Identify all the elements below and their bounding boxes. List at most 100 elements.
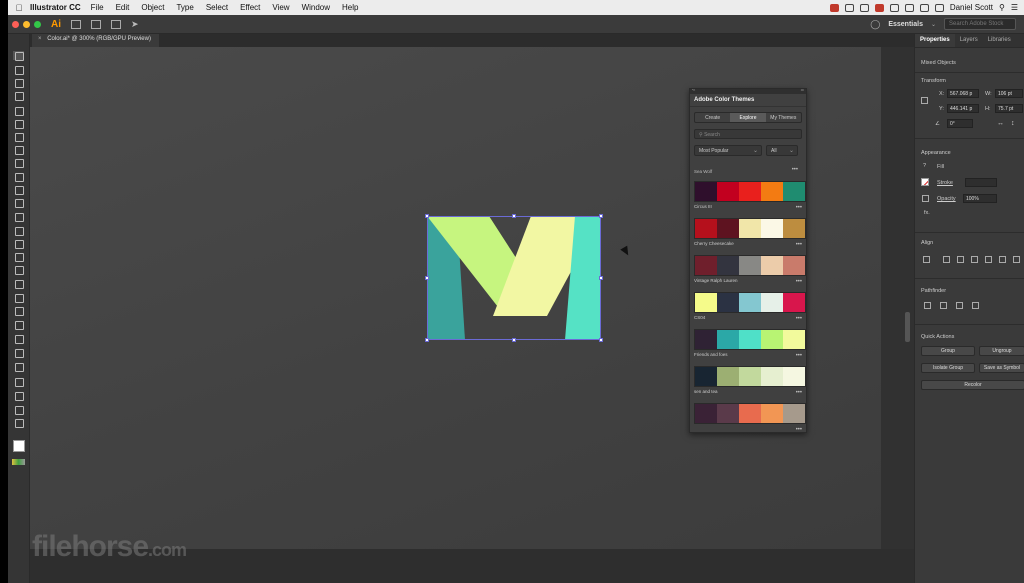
color-swatch[interactable] <box>739 256 761 275</box>
selection-handle-tr[interactable] <box>599 214 603 218</box>
selection-handle-bl[interactable] <box>425 338 429 342</box>
tab-properties[interactable]: Properties <box>915 34 955 47</box>
color-swatch[interactable] <box>761 293 783 312</box>
selection-handle-tm[interactable] <box>512 214 516 218</box>
recolor-button[interactable]: Recolor <box>921 380 1024 390</box>
tab-layers[interactable]: Layers <box>955 34 983 47</box>
selection-tool-icon[interactable] <box>13 51 24 61</box>
more-options-icon[interactable]: ••• <box>796 390 802 396</box>
theme-swatches[interactable] <box>694 403 806 424</box>
color-swatch[interactable] <box>717 182 739 201</box>
arrange-documents-icon[interactable] <box>111 19 121 29</box>
color-swatch[interactable] <box>695 367 717 386</box>
rotate-tool-icon[interactable] <box>13 212 24 222</box>
color-swatch[interactable] <box>761 256 783 275</box>
more-options-icon[interactable]: ••• <box>792 167 798 173</box>
flip-vertical-icon[interactable]: ↕ <box>1011 120 1015 127</box>
selection-handle-tl[interactable] <box>425 214 429 218</box>
more-options-icon[interactable]: ••• <box>796 353 802 359</box>
zoom-window-button[interactable] <box>34 20 41 28</box>
curvature-tool-icon[interactable] <box>13 119 24 129</box>
color-swatch[interactable] <box>739 219 761 238</box>
theme-swatches[interactable] <box>694 255 806 276</box>
eraser-tool-icon[interactable] <box>13 198 24 208</box>
free-transform-tool-icon[interactable] <box>13 252 24 262</box>
shape-builder-tool-icon[interactable] <box>13 265 24 275</box>
menu-object[interactable]: Object <box>141 3 164 12</box>
color-swatch[interactable] <box>739 182 761 201</box>
align-middle-icon[interactable] <box>999 256 1006 263</box>
lightbulb-icon[interactable]: ◯ <box>870 19 880 30</box>
m-logo-artwork[interactable] <box>425 214 603 342</box>
opacity-field[interactable]: 100% <box>963 194 997 203</box>
scroll-thumb[interactable] <box>905 312 910 342</box>
color-swatch[interactable] <box>783 367 805 386</box>
color-swatch[interactable] <box>739 367 761 386</box>
selection-handle-bm[interactable] <box>512 338 516 342</box>
paintbrush-tool-icon[interactable] <box>13 172 24 182</box>
tab-my-themes[interactable]: My Themes <box>766 113 801 122</box>
theme-item[interactable]: Circus III ••• <box>694 181 806 218</box>
display-icon[interactable] <box>844 3 854 12</box>
scope-dropdown[interactable]: All ⌄ <box>766 145 798 156</box>
color-swatch[interactable] <box>717 293 739 312</box>
rectangle-tool-icon[interactable] <box>13 158 24 168</box>
minus-front-icon[interactable] <box>940 302 947 309</box>
selection-handle-br[interactable] <box>599 338 603 342</box>
type-tool-icon[interactable] <box>13 132 24 142</box>
artboard-tool-icon[interactable] <box>13 377 24 387</box>
theme-item[interactable]: sen and tea ••• <box>694 366 806 403</box>
y-field[interactable]: 446.141 p <box>947 104 979 113</box>
bridge-icon[interactable] <box>71 19 81 29</box>
theme-item[interactable]: Cherry Cheesecake ••• <box>694 218 806 255</box>
color-swatch[interactable] <box>783 293 805 312</box>
fill-help-icon[interactable]: ? <box>923 163 926 169</box>
color-swatch[interactable] <box>695 256 717 275</box>
dropbox-icon[interactable] <box>859 3 869 12</box>
record-icon[interactable] <box>829 3 839 12</box>
blend-tool-icon[interactable] <box>13 334 24 344</box>
x-field[interactable]: 567.068 p <box>947 89 979 98</box>
chevron-down-icon[interactable]: ⌄ <box>931 21 936 28</box>
stock-icon[interactable] <box>91 19 101 29</box>
fx-button[interactable]: fx. <box>924 210 930 216</box>
more-options-icon[interactable]: ••• <box>796 279 802 285</box>
graph-tool-icon[interactable] <box>13 362 24 372</box>
tab-libraries[interactable]: Libraries <box>983 34 1016 47</box>
reference-point-icon[interactable] <box>921 97 928 104</box>
isolate-group-button[interactable]: Isolate Group <box>921 363 975 373</box>
search-icon[interactable]: ⚲ <box>999 3 1005 12</box>
close-tab-icon[interactable]: × <box>38 36 42 42</box>
save-as-symbol-button[interactable]: Save as Symbol <box>979 363 1024 373</box>
tab-create[interactable]: Create <box>695 113 730 122</box>
lasso-tool-icon[interactable] <box>13 91 24 101</box>
color-swatch[interactable] <box>717 330 739 349</box>
w-field[interactable]: 106 pt <box>995 89 1023 98</box>
color-swatch[interactable] <box>783 256 805 275</box>
stroke-swatch[interactable] <box>921 178 929 186</box>
close-window-button[interactable] <box>12 20 19 28</box>
collapse-panel-icon[interactable]: « <box>692 89 695 93</box>
stock-search-input[interactable]: Search Adobe Stock <box>944 18 1016 30</box>
vertical-scrollbar[interactable] <box>881 47 914 549</box>
shaper-tool-icon[interactable] <box>13 185 24 195</box>
wifi-icon[interactable] <box>919 3 929 12</box>
more-options-icon[interactable]: ••• <box>796 205 802 211</box>
themes-search-input[interactable]: ⚲ Search <box>694 129 802 139</box>
color-swatch[interactable] <box>761 219 783 238</box>
menu-list-icon[interactable]: ☰ <box>1011 3 1018 12</box>
menu-edit[interactable]: Edit <box>116 3 130 12</box>
theme-swatches[interactable] <box>694 329 806 350</box>
gradient-tool-icon[interactable] <box>13 306 24 316</box>
magic-wand-tool-icon[interactable] <box>13 78 24 88</box>
color-swatch[interactable] <box>739 293 761 312</box>
align-top-icon[interactable] <box>985 256 992 263</box>
app-menu[interactable]: Illustrator CC <box>30 3 81 12</box>
color-swatch[interactable] <box>695 219 717 238</box>
width-tool-icon[interactable] <box>13 239 24 249</box>
opacity-label[interactable]: Opacity <box>937 196 956 202</box>
color-swatch[interactable] <box>761 367 783 386</box>
stroke-weight-field[interactable] <box>965 178 997 187</box>
color-swatch[interactable] <box>783 219 805 238</box>
battery-icon[interactable] <box>934 3 944 12</box>
